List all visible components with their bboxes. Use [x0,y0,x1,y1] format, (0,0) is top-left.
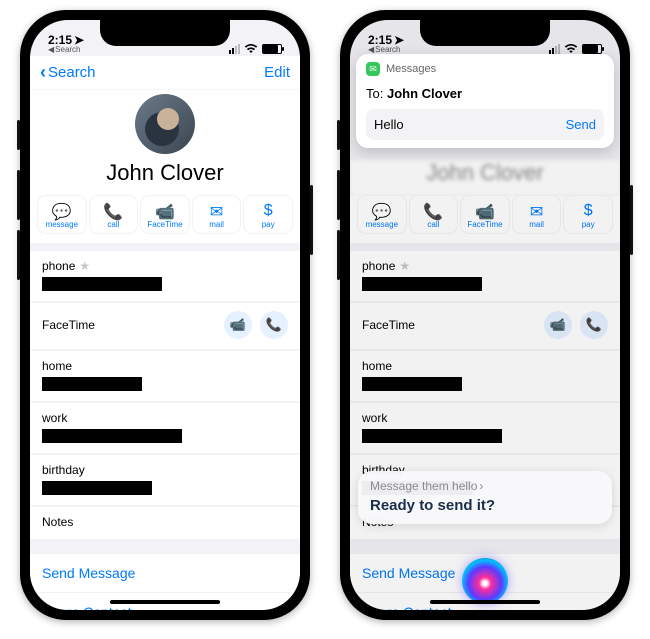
message-icon: 💬 [358,202,406,220]
field-notes[interactable]: Notes [30,506,300,539]
messages-app-icon: ✉ [366,62,380,76]
field-home[interactable]: home [350,350,620,401]
notch [420,20,550,46]
redacted-value [42,481,152,495]
star-icon: ★ [79,259,90,273]
iphone-right: 2:15➤ ◀Search ✉Messages To: John Clover … [340,10,630,620]
video-icon: 📹 [461,202,509,220]
cell-signal-icon [229,44,240,54]
action-pay[interactable]: $pay [244,196,292,233]
action-mail[interactable]: ✉mail [193,196,241,233]
siri-suggestion: Message them hello › [370,479,600,493]
action-message[interactable]: 💬message [38,196,86,233]
screen-siri: 2:15➤ ◀Search ✉Messages To: John Clover … [350,20,620,610]
wifi-icon [244,44,258,54]
redacted-value [362,277,482,291]
contact-name-blurred: John Clover [350,160,620,196]
field-work[interactable]: work [350,402,620,453]
notch [100,20,230,46]
chevron-left-icon: ‹ [40,62,46,83]
iphone-left: 2:15➤ ◀Search ‹Search Edit John Clover 💬… [20,10,310,620]
siri-orb-icon[interactable] [462,558,508,604]
home-indicator[interactable] [110,600,220,604]
field-home[interactable]: home [30,350,300,401]
field-phone[interactable]: phone★ [30,251,300,301]
phone-icon: 📞 [586,317,602,333]
cell-signal-icon [549,44,560,54]
send-button[interactable]: Send [558,117,596,132]
contact-header: John Clover [30,90,300,196]
avatar[interactable] [135,94,195,154]
field-facetime: FaceTime 📹 📞 [350,302,620,349]
redacted-value [362,377,462,391]
battery-icon [582,44,602,54]
contact-name: John Clover [30,160,300,186]
action-facetime[interactable]: 📹FaceTime [461,196,509,233]
facetime-audio-button[interactable]: 📞 [580,311,608,339]
redacted-value [42,277,162,291]
breadcrumb[interactable]: ◀Search [48,46,84,54]
compose-text-input[interactable] [374,117,558,132]
compose-input-row: Send [366,109,604,140]
star-icon: ★ [399,259,410,273]
field-phone[interactable]: phone★ [350,251,620,301]
action-pay[interactable]: $pay [564,196,612,233]
home-indicator[interactable] [430,600,540,604]
chevron-right-icon: › [479,479,483,493]
mail-icon: ✉ [193,202,241,220]
mail-icon: ✉ [513,202,561,220]
breadcrumb[interactable]: ◀Search [368,46,404,54]
video-icon: 📹 [230,317,246,333]
action-row: 💬message 📞call 📹FaceTime ✉mail $pay [350,196,620,243]
phone-icon: 📞 [410,202,458,220]
wifi-icon [564,44,578,54]
phone-icon: 📞 [266,317,282,333]
siri-prompt: Ready to send it? [370,497,600,514]
action-mail[interactable]: ✉mail [513,196,561,233]
action-facetime[interactable]: 📹FaceTime [141,196,189,233]
redacted-value [362,429,502,443]
dollar-icon: $ [564,202,612,220]
action-call[interactable]: 📞call [410,196,458,233]
video-icon: 📹 [550,317,566,333]
link-send-message[interactable]: Send Message [30,553,300,592]
siri-card[interactable]: Message them hello › Ready to send it? [358,471,612,524]
messages-app-label: Messages [386,63,436,75]
redacted-value [42,377,142,391]
facetime-audio-button[interactable]: 📞 [260,311,288,339]
phone-icon: 📞 [90,202,138,220]
action-message[interactable]: 💬message [358,196,406,233]
nav-bar: ‹Search Edit [30,56,300,90]
field-birthday[interactable]: birthday [30,454,300,505]
field-facetime: FaceTime 📹 📞 [30,302,300,349]
facetime-video-button[interactable]: 📹 [224,311,252,339]
back-button[interactable]: ‹Search [40,62,96,83]
message-icon: 💬 [38,202,86,220]
action-row: 💬message 📞call 📹FaceTime ✉mail $pay [30,196,300,243]
dollar-icon: $ [244,202,292,220]
facetime-video-button[interactable]: 📹 [544,311,572,339]
battery-icon [262,44,282,54]
compose-to-line: To: John Clover [366,82,604,109]
edit-button[interactable]: Edit [264,64,290,81]
screen-contacts: 2:15➤ ◀Search ‹Search Edit John Clover 💬… [30,20,300,610]
video-icon: 📹 [141,202,189,220]
redacted-value [42,429,182,443]
messages-compose-card: ✉ Messages To: John Clover Send [356,54,614,148]
field-work[interactable]: work [30,402,300,453]
action-call[interactable]: 📞call [90,196,138,233]
